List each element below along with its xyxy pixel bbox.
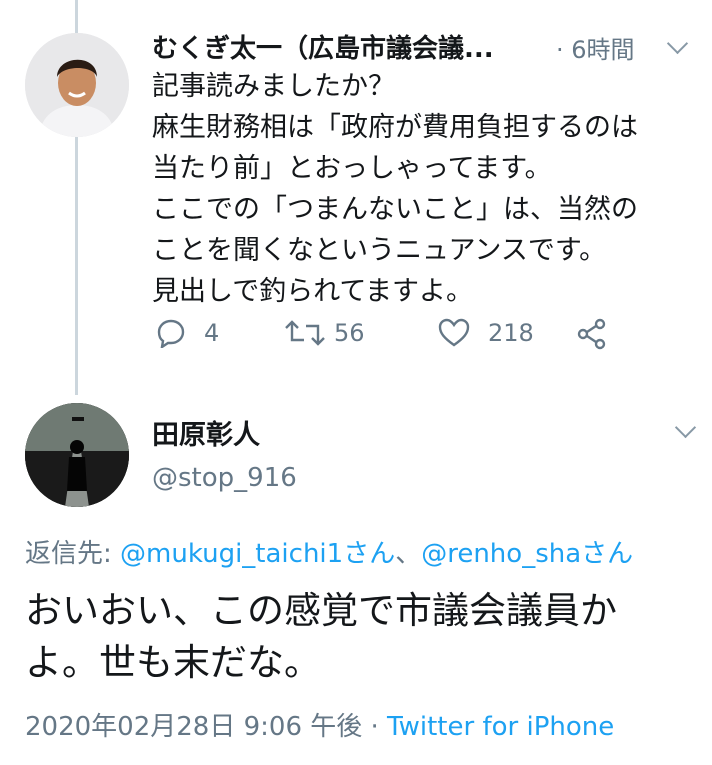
avatar[interactable] xyxy=(25,403,129,507)
like-button[interactable]: 218 xyxy=(438,318,534,348)
tweet-time[interactable]: · 6時間 xyxy=(556,30,635,65)
tweet-line: 麻生財務相は「政府が費用負担するのは xyxy=(152,112,638,143)
tweet-line: 記事読みましたか？ xyxy=(152,71,395,102)
like-icon xyxy=(438,318,470,348)
tweet-line: おいおい、この感覚で市議会議員か xyxy=(25,589,617,632)
mention-link[interactable]: @mukugi_taichi1さん xyxy=(120,539,395,569)
reply-count: 4 xyxy=(204,319,220,347)
source-link[interactable]: Twitter for iPhone xyxy=(387,712,614,742)
retweet-count: 56 xyxy=(334,319,365,347)
display-name[interactable]: むくぎ太一（広島市議会議... xyxy=(152,28,494,65)
thread-connector xyxy=(75,133,78,395)
tweet-line: 見出しで釣られてますよ。 xyxy=(152,276,474,307)
user-handle[interactable]: @stop_916 xyxy=(152,463,297,493)
reply-icon xyxy=(156,318,186,348)
tweet-line: ことを聞くなというニュアンスです。 xyxy=(152,235,607,266)
timestamp[interactable]: 2020年02月28日 9:06 午後 · xyxy=(25,712,387,742)
retweet-button[interactable]: 56 xyxy=(284,318,365,348)
chevron-down-icon[interactable] xyxy=(674,416,697,439)
reply-button[interactable]: 4 xyxy=(156,318,219,348)
tweet-text: おいおい、この感覚で市議会議員か よ。世も末だな。 xyxy=(25,585,617,689)
replying-to: 返信先: @mukugi_taichi1さん、@renho_shaさん xyxy=(25,533,633,570)
thread-connector-top xyxy=(75,0,78,33)
tweet-line: 当たり前」とおっしゃってます。 xyxy=(152,153,552,184)
avatar[interactable] xyxy=(25,33,129,137)
mention-link[interactable]: @renho_shaさん xyxy=(421,539,633,569)
display-name[interactable]: 田原彰人 xyxy=(152,413,260,452)
retweet-icon xyxy=(284,318,326,348)
reply-label: 返信先: xyxy=(25,539,121,569)
tweet-line: ここでの「つまんないこと」は、当然の xyxy=(152,194,638,225)
share-icon xyxy=(576,318,608,350)
share-button[interactable] xyxy=(576,318,608,350)
chevron-down-icon[interactable] xyxy=(666,32,689,55)
like-count: 218 xyxy=(488,319,534,347)
tweet-meta: 2020年02月28日 9:06 午後 · Twitter for iPhone xyxy=(25,706,614,743)
reply-separator: 、 xyxy=(395,539,422,569)
tweet-line: よ。世も末だな。 xyxy=(25,641,321,684)
tweet-text: 記事読みましたか？ 麻生財務相は「政府が費用負担するのは 当たり前」とおっしゃっ… xyxy=(152,66,638,312)
